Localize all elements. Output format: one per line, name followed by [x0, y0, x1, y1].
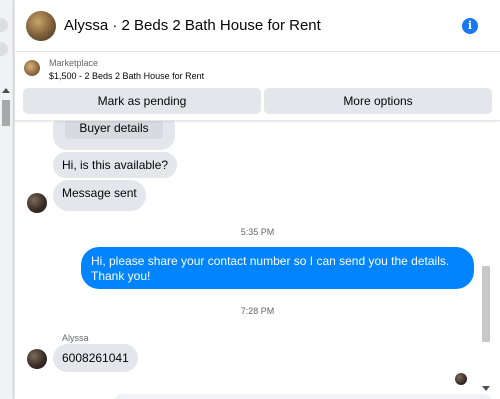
buyer-details-card: Buyer details — [53, 121, 175, 150]
sender-avatar[interactable] — [27, 193, 47, 213]
sender-avatar[interactable] — [27, 349, 47, 369]
more-options-button[interactable]: More options — [264, 88, 492, 114]
page-scrollbar-thumb[interactable] — [2, 100, 10, 126]
scroll-up-arrow-icon[interactable] — [2, 88, 10, 93]
incoming-message: 6008261041 — [53, 344, 138, 372]
page-element — [0, 42, 8, 56]
scroll-down-arrow-icon[interactable] — [482, 386, 490, 391]
outgoing-message: Hi, please share your contact number so … — [81, 247, 474, 289]
timestamp: 5:35 PM — [240, 227, 275, 237]
message-composer-preview[interactable] — [113, 394, 493, 399]
mark-as-pending-button[interactable]: Mark as pending — [23, 88, 261, 114]
sender-name: Alyssa — [62, 333, 89, 343]
info-icon[interactable]: i — [462, 18, 478, 34]
listing-title[interactable]: $1,500 - 2 Beds 2 Bath House for Rent — [49, 71, 204, 81]
marketplace-label: Marketplace — [49, 58, 99, 68]
incoming-message: Hi, is this available? — [53, 152, 178, 178]
marketplace-panel: Marketplace $1,500 - 2 Beds 2 Bath House… — [15, 53, 500, 121]
seen-indicator-avatar — [455, 373, 467, 385]
scrollbar-thumb[interactable] — [482, 266, 490, 342]
chat-header: Alyssa · 2 Beds 2 Bath House for Rent i — [15, 0, 500, 52]
listing-avatar[interactable] — [26, 11, 56, 41]
message-scrollbar[interactable] — [482, 121, 490, 399]
page-element — [0, 18, 8, 32]
background-page-strip — [0, 0, 14, 399]
incoming-message: Message sent — [53, 180, 146, 211]
buyer-details-button[interactable]: Buyer details — [65, 121, 163, 139]
message-list: Buyer details Hi, is this available? Mes… — [15, 121, 500, 399]
timestamp: 7:28 PM — [240, 306, 275, 316]
listing-thumbnail[interactable] — [24, 60, 40, 76]
chat-title[interactable]: Alyssa · 2 Beds 2 Bath House for Rent — [64, 17, 321, 34]
chat-window: Alyssa · 2 Beds 2 Bath House for Rent i … — [15, 0, 500, 399]
